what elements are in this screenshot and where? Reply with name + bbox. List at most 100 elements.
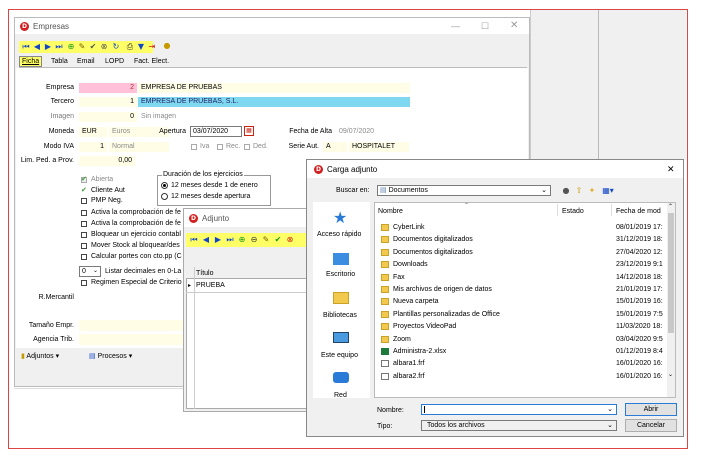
activa2-checkbox[interactable] [81, 221, 87, 227]
user-icon[interactable]: ● [163, 42, 171, 50]
next-record-icon[interactable]: ▶ [44, 43, 52, 51]
tamano-field[interactable] [79, 320, 189, 331]
adjunto-edit-icon[interactable]: ✎ [262, 236, 270, 244]
tab-fact-elect[interactable]: Fact. Elect. [134, 58, 169, 65]
computer-icon[interactable] [333, 332, 349, 343]
mover-stock-checkbox[interactable] [81, 243, 87, 249]
duracion-opt2-radio[interactable] [161, 193, 168, 200]
abrir-button[interactable]: Abrir [625, 403, 677, 416]
place-acceso-rapido[interactable]: Acceso rápido [317, 231, 361, 238]
col-nombre-header[interactable]: Nombre [378, 208, 403, 215]
file-row[interactable]: Administra-2.xlsx [393, 346, 446, 358]
col-titulo-header[interactable]: Título [196, 270, 214, 277]
empresa-num-field[interactable]: 2 [79, 83, 137, 93]
calendar-icon[interactable]: ▦ [244, 126, 254, 136]
place-bibliotecas[interactable]: Bibliotecas [323, 312, 357, 319]
maximize-icon[interactable]: ☐ [481, 21, 489, 32]
file-row[interactable]: albara1.frf [393, 358, 425, 370]
adjunto-prev-icon[interactable]: ◀ [202, 236, 210, 244]
tercero-name-field[interactable]: EMPRESA DE PRUEBAS, S.L. [138, 97, 410, 107]
calcular-checkbox[interactable] [81, 254, 87, 260]
scrollbar-thumb[interactable] [668, 213, 674, 333]
tab-lopd[interactable]: LOPD [105, 58, 124, 65]
place-escritorio[interactable]: Escritorio [326, 271, 355, 278]
filter-icon[interactable]: ▼ [137, 43, 145, 51]
nombre-input[interactable]: ⌄ [421, 404, 617, 415]
bloquear-checkbox[interactable] [81, 232, 87, 238]
file-row[interactable]: Documentos digitalizados [393, 247, 473, 259]
col-estado-header[interactable]: Estado [562, 208, 584, 215]
file-row[interactable]: Downloads [393, 259, 428, 271]
place-este-equipo[interactable]: Este equipo [321, 352, 358, 359]
adjunto-confirm-icon[interactable]: ✔ [274, 236, 282, 244]
empresa-name-field[interactable]: EMPRESA DE PRUEBAS [138, 83, 410, 93]
tipo-select[interactable]: Todos los archivos ⌄ [421, 420, 617, 431]
file-row[interactable]: Proyectos VideoPad [393, 321, 456, 333]
add-icon[interactable]: ⊕ [67, 43, 75, 51]
file-row[interactable]: Mis archivos de origen de datos [393, 284, 492, 296]
scroll-down-icon[interactable]: ⌄ [668, 371, 673, 378]
lim-ped-field[interactable]: 0,00 [79, 156, 135, 166]
procesos-tab[interactable]: ▤ Procesos ▾ [89, 352, 132, 360]
carga-close-icon[interactable]: ✕ [667, 164, 675, 175]
iva-checkbox[interactable] [191, 144, 197, 150]
libraries-icon[interactable] [333, 292, 349, 304]
minimize-icon[interactable]: — [451, 21, 460, 31]
apertura-field[interactable]: 03/07/2020 [190, 126, 242, 137]
network-icon[interactable] [333, 372, 349, 383]
duracion-opt1-radio[interactable] [161, 182, 168, 189]
confirm-icon[interactable]: ✔ [89, 43, 97, 51]
file-row[interactable]: Plantillas personalizadas de Office [393, 309, 500, 321]
prev-record-icon[interactable]: ◀ [33, 43, 41, 51]
regimen-checkbox[interactable] [81, 280, 87, 286]
file-row[interactable]: Fax [393, 272, 405, 284]
file-row[interactable]: Nueva carpeta [393, 296, 439, 308]
adjunto-cancel-icon[interactable]: ⊗ [286, 236, 294, 244]
first-record-icon[interactable]: ⏮ [22, 43, 30, 51]
back-icon[interactable]: ● [562, 187, 570, 195]
adjunto-next-icon[interactable]: ▶ [214, 236, 222, 244]
file-row[interactable]: albara2.frf [393, 371, 425, 383]
up-folder-icon[interactable]: ⇧ [575, 187, 583, 195]
tercero-num-field[interactable]: 1 [79, 97, 137, 107]
cancel-icon[interactable]: ⊗ [100, 43, 108, 51]
print-icon[interactable]: ⎙ [126, 43, 134, 51]
activa1-checkbox[interactable] [81, 210, 87, 216]
quick-access-icon[interactable]: ★ [333, 208, 347, 227]
modo-iva-num-field[interactable]: 1 [79, 142, 107, 152]
scroll-up-icon[interactable]: ⌃ [668, 203, 673, 210]
file-row[interactable]: Zoom [393, 334, 411, 346]
place-red[interactable]: Red [334, 392, 347, 399]
decimales-select[interactable]: 0 ⌄ [79, 266, 101, 277]
imagen-num-field[interactable]: 0 [79, 112, 137, 122]
serie-aut-field[interactable]: A [323, 142, 347, 152]
tab-email[interactable]: Email [77, 58, 95, 65]
tab-tabla[interactable]: Tabla [51, 58, 68, 65]
close-icon[interactable]: ✕ [510, 20, 518, 31]
exit-icon[interactable]: ⇥ [148, 43, 156, 51]
adjuntos-tab[interactable]: ▮ Adjuntos ▾ [21, 352, 59, 360]
pmp-neg-label: PMP Neg. [91, 197, 123, 204]
agencia-field[interactable] [79, 334, 189, 345]
view-menu-icon[interactable]: ▦▾ [601, 187, 615, 195]
adjunto-add-icon[interactable]: ⊕ [238, 236, 246, 244]
cliente-aut-check-icon[interactable]: ✔ [81, 186, 87, 194]
buscar-select[interactable]: ▤ Documentos ⌄ [377, 185, 551, 196]
edit-icon[interactable]: ✎ [78, 43, 86, 51]
desktop-icon[interactable] [333, 253, 349, 265]
ded-checkbox[interactable] [244, 144, 250, 150]
last-record-icon[interactable]: ⏭ [55, 43, 63, 51]
moneda-code-field[interactable]: EUR [79, 127, 107, 137]
pmp-neg-checkbox[interactable] [81, 198, 87, 204]
adjunto-row-1[interactable]: PRUEBA [196, 282, 225, 289]
adjunto-remove-icon[interactable]: ⊖ [250, 236, 258, 244]
file-row[interactable]: Documentos digitalizados [393, 234, 473, 246]
cancelar-button[interactable]: Cancelar [625, 419, 677, 432]
adjunto-first-icon[interactable]: ⏮ [190, 236, 198, 244]
refresh-icon[interactable]: ↻ [112, 43, 120, 51]
adjunto-last-icon[interactable]: ⏭ [226, 236, 234, 244]
rec-checkbox[interactable] [217, 144, 223, 150]
new-folder-icon[interactable]: ✦ [588, 187, 596, 195]
file-row[interactable]: CyberLink [393, 222, 425, 234]
col-fecha-header[interactable]: Fecha de mod [616, 208, 661, 215]
